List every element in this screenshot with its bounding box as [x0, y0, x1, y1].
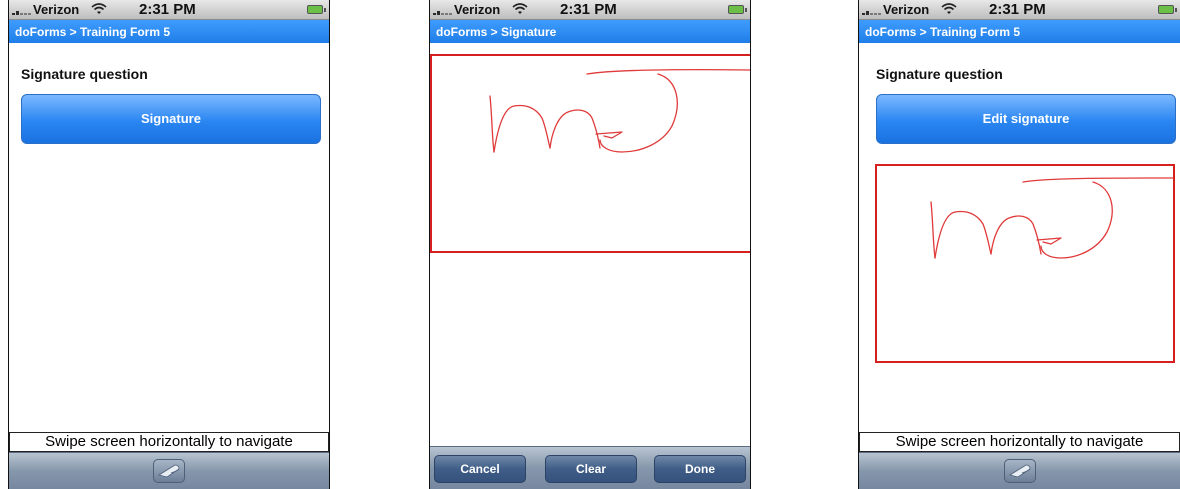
page-curl-button[interactable] — [1003, 459, 1036, 483]
wifi-icon — [91, 3, 107, 14]
done-button[interactable]: Done — [654, 455, 746, 483]
signature-drawing-area[interactable] — [430, 54, 750, 253]
clock: 2:31 PM — [560, 1, 617, 18]
signature-toolbar: Cancel Clear Done — [430, 446, 750, 489]
nav-bar-title: doForms > Training Form 5 — [859, 20, 1180, 43]
carrier-label: Verizon — [454, 2, 501, 17]
clear-button[interactable]: Clear — [545, 455, 637, 483]
signature-button[interactable]: Signature — [21, 94, 321, 144]
question-label: Signature question — [876, 66, 1003, 82]
phone-screen-form-signed: Verizon 2:31 PM doForms > Training Form … — [858, 0, 1180, 489]
status-bar: Verizon 2:31 PM — [859, 0, 1180, 20]
question-label: Signature question — [21, 66, 148, 82]
carrier-label: Verizon — [33, 2, 80, 17]
status-bar: Verizon 2:31 PM — [430, 0, 750, 20]
swipe-hint: Swipe screen horizontally to navigate — [9, 432, 329, 452]
clock: 2:31 PM — [139, 1, 196, 18]
signal-bars-icon — [862, 7, 882, 15]
phone-screen-signature: Verizon 2:31 PM doForms > Signature Canc… — [429, 0, 751, 489]
status-bar: Verizon 2:31 PM — [9, 0, 329, 20]
battery-icon — [1158, 5, 1177, 14]
signal-bars-icon — [12, 7, 32, 15]
nav-bar-title: doForms > Training Form 5 — [9, 20, 329, 43]
clock: 2:31 PM — [989, 1, 1046, 18]
page-curl-icon — [157, 464, 180, 478]
bottom-toolbar — [859, 452, 1180, 489]
phone-screen-form: Verizon 2:31 PM doForms > Training Form … — [8, 0, 330, 489]
battery-icon — [728, 5, 747, 14]
swipe-hint: Swipe screen horizontally to navigate — [859, 432, 1180, 452]
signal-bars-icon — [433, 7, 453, 15]
nav-bar-title: doForms > Signature — [430, 20, 750, 43]
page-curl-icon — [1008, 464, 1030, 478]
bottom-toolbar — [9, 452, 329, 489]
signature-preview[interactable] — [875, 164, 1175, 363]
battery-icon — [307, 5, 326, 14]
screenshot-canvas: Verizon 2:31 PM doForms > Training Form … — [0, 0, 1180, 489]
cancel-button[interactable]: Cancel — [434, 455, 526, 483]
signature-drawing — [489, 68, 750, 153]
edit-signature-button[interactable]: Edit signature — [876, 94, 1176, 144]
wifi-icon — [512, 3, 528, 14]
signature-drawing — [930, 177, 1174, 259]
carrier-label: Verizon — [883, 2, 930, 17]
wifi-icon — [941, 3, 957, 14]
page-curl-button[interactable] — [153, 459, 185, 483]
